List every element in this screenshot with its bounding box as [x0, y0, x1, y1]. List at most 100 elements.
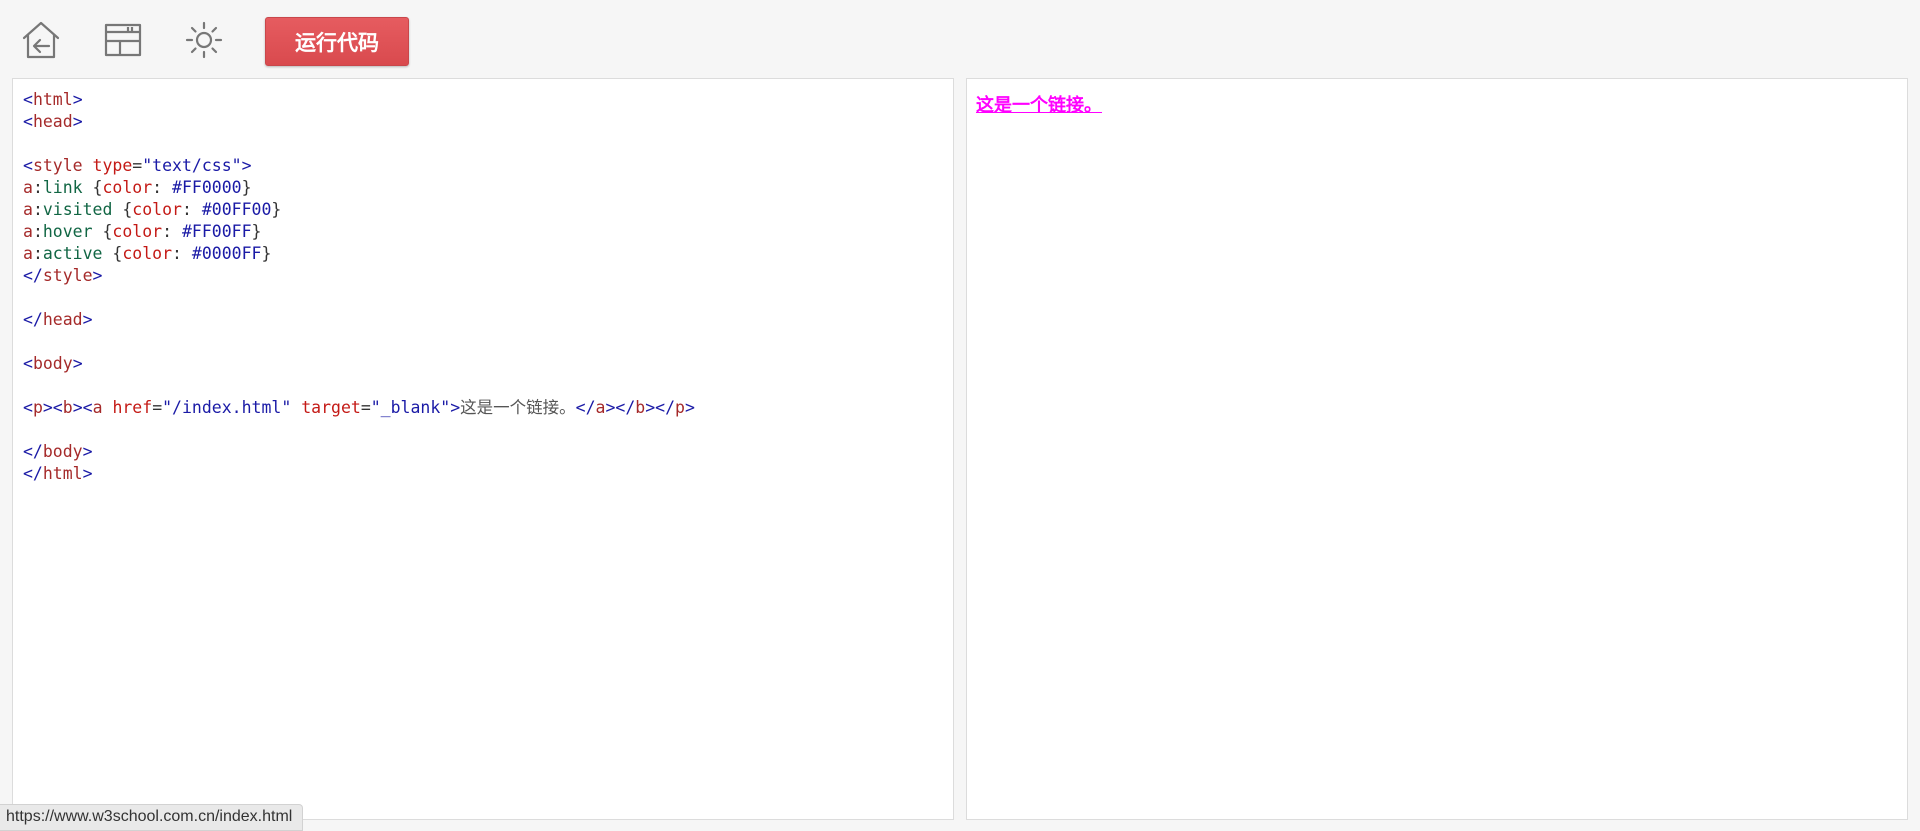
code-token: { [102, 244, 123, 263]
code-token: > [72, 354, 83, 373]
code-token: href [112, 398, 153, 417]
code-token: "_blank" [370, 398, 451, 417]
code-line: a:visited {color: #00FF00} [23, 199, 953, 221]
code-token: #0000FF [191, 244, 262, 263]
code-editor[interactable]: <html> <head> <style type="text/css"> a:lin… [12, 78, 954, 820]
code-token: : [32, 200, 43, 219]
code-token: p [32, 398, 43, 417]
code-token: link [42, 178, 83, 197]
code-line: <p><b><a href="/index.html" target="_bla… [23, 397, 953, 419]
run-code-button[interactable]: 运行代码 [265, 17, 409, 66]
code-token: } [261, 244, 272, 263]
code-token: html [32, 90, 73, 109]
code-line: <head> [23, 111, 953, 133]
code-line: </style> [23, 265, 953, 287]
code-token: style [42, 266, 93, 285]
code-line: <style type="text/css"> [23, 155, 953, 177]
layout-icon[interactable] [101, 18, 145, 62]
code-token: </ [575, 398, 596, 417]
brightness-icon[interactable] [182, 18, 226, 62]
code-token: html [42, 464, 83, 483]
code-token: >< [72, 398, 93, 417]
code-token: ></ [605, 398, 636, 417]
code-token: { [82, 178, 103, 197]
code-token: = [132, 156, 143, 175]
code-token: } [251, 222, 262, 241]
code-token: b [635, 398, 646, 417]
code-token: </ [23, 464, 43, 483]
code-token: a [23, 222, 33, 241]
code-token: < [23, 354, 33, 373]
code-token: : [172, 244, 192, 263]
code-token: : [152, 178, 173, 197]
result-link[interactable]: 这是一个链接。 [976, 91, 1102, 117]
code-token: a [23, 244, 33, 263]
code-token: #FF0000 [172, 178, 242, 197]
code-token: < [23, 112, 33, 131]
code-token: body [42, 442, 83, 461]
code-token: > [450, 398, 461, 417]
code-token: a [92, 398, 103, 417]
code-token: head [32, 112, 73, 131]
code-token: color [112, 222, 163, 241]
code-token: color [102, 178, 153, 197]
code-token: b [62, 398, 73, 417]
code-token: = [360, 398, 371, 417]
code-token: > [72, 90, 83, 109]
code-token: } [271, 200, 282, 219]
code-token: { [112, 200, 133, 219]
code-token: type [92, 156, 133, 175]
code-token: #00FF00 [201, 200, 272, 219]
code-token: < [23, 398, 33, 417]
code-token: </ [23, 442, 43, 461]
code-area[interactable]: <html> <head> <style type="text/css"> a:lin… [13, 79, 953, 485]
code-token: "text/css" [142, 156, 242, 175]
code-line: a:active {color: #0000FF} [23, 243, 953, 265]
code-token: > [92, 266, 103, 285]
code-token: </ [23, 310, 43, 329]
code-line: <html> [23, 89, 953, 111]
home-back-icon[interactable] [19, 18, 63, 62]
code-line: </head> [23, 309, 953, 331]
code-token: > [82, 464, 93, 483]
code-token: head [42, 310, 83, 329]
code-token: : [32, 178, 43, 197]
code-line: a:hover {color: #FF00FF} [23, 221, 953, 243]
code-token: color [122, 244, 173, 263]
code-token: : [32, 222, 43, 241]
code-token: < [23, 156, 33, 175]
code-token: visited [42, 200, 113, 219]
code-token: a [23, 200, 33, 219]
code-token: a [595, 398, 606, 417]
status-bar-url: https://www.w3school.com.cn/index.html [0, 804, 304, 831]
code-line: a:link {color: #FF0000} [23, 177, 953, 199]
code-token: > [684, 398, 695, 417]
code-token: < [23, 90, 33, 109]
code-token: "/index.html" [162, 398, 292, 417]
code-token: { [92, 222, 113, 241]
code-token: = [152, 398, 163, 417]
code-token: > [72, 112, 83, 131]
code-line: </body> [23, 441, 953, 463]
code-token: >< [42, 398, 63, 417]
code-token: </ [23, 266, 43, 285]
toolbar: 运行代码 [0, 0, 1920, 76]
code-token: : [162, 222, 182, 241]
code-token: hover [42, 222, 93, 241]
code-line: </html> [23, 463, 953, 485]
code-line: <body> [23, 353, 953, 375]
code-token: body [32, 354, 73, 373]
result-frame: 这是一个链接。 [966, 78, 1908, 820]
code-token: ></ [645, 398, 676, 417]
code-token: 这是一个链接。 [460, 398, 576, 417]
code-token: color [132, 200, 182, 219]
code-token: > [82, 442, 93, 461]
code-token: p [675, 398, 685, 417]
code-token: a [23, 178, 33, 197]
